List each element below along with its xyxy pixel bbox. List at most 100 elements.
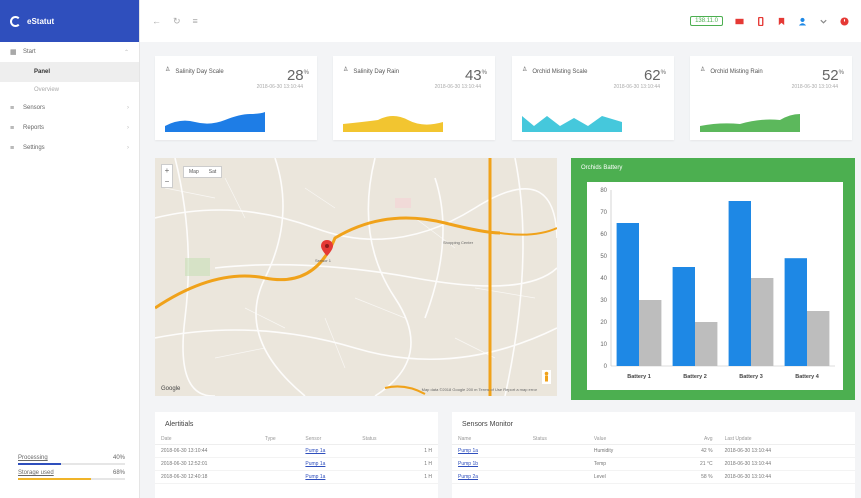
version-badge: 138.11.0 — [690, 16, 723, 26]
sidebar-item-label: Overview — [34, 87, 60, 93]
kpi-value: 28% — [286, 67, 309, 84]
battery-chart-panel: Orchids Battery 0 10 20 30 40 50 60 70 80 Battery… — [571, 158, 855, 400]
chevron-down-icon[interactable] — [819, 17, 828, 26]
user-icon[interactable] — [798, 17, 807, 26]
column-header[interactable]: Type — [258, 434, 300, 445]
stat-value: 68% — [112, 470, 125, 476]
y-tick-label: 10 — [600, 342, 607, 348]
sidebar-item-label: Settings — [23, 145, 45, 151]
user-icon: ♙ — [522, 67, 528, 73]
topbar-actions: 138.11.0 — [690, 16, 849, 26]
y-tick-label: 20 — [600, 320, 607, 326]
bookmark-icon[interactable] — [777, 17, 786, 26]
y-tick-label: 0 — [604, 364, 608, 370]
user-icon: ♙ — [343, 67, 349, 73]
sidebar-item-label: Sensors — [23, 105, 46, 111]
pegman-icon[interactable] — [542, 370, 551, 384]
sensor-link[interactable]: Pump 1b — [452, 457, 527, 471]
bar — [728, 201, 751, 366]
mail-icon[interactable] — [735, 17, 744, 26]
list-icon: ≡ — [10, 104, 15, 112]
column-header[interactable]: Sensor — [299, 434, 357, 445]
table-row[interactable]: Pump 1b Temp 21 °C 2018-06-30 13:10:44 — [452, 457, 855, 471]
kpi-card[interactable]: ♙ Salinity Day Scale 28% 2018-06-30 13:10:… — [155, 56, 317, 140]
kpi-title: Salinity Day Rain — [353, 69, 400, 75]
column-header[interactable]: Status — [356, 434, 403, 445]
bar — [751, 278, 774, 366]
column-header[interactable]: Date — [155, 434, 259, 445]
sensor-link[interactable]: Pump 2a — [452, 470, 527, 484]
sidebar-item-label: Panel — [34, 69, 51, 75]
map-type-satellite[interactable]: Sat — [204, 167, 222, 177]
kpi-sparkline — [165, 112, 265, 132]
sidebar-item-panel[interactable]: Panel — [0, 62, 139, 82]
table-row[interactable]: 2018-06-30 12:52:01 Pump 1a 1 H — [155, 457, 438, 471]
sidebar-item-sensors[interactable]: ≡ Sensors › — [0, 98, 139, 118]
y-tick-label: 30 — [600, 298, 607, 304]
map-marker[interactable] — [321, 240, 333, 256]
table-row[interactable]: 2018-06-30 12:40:18 Pump 1a 1 H — [155, 470, 438, 484]
kpi-sparkline — [343, 116, 443, 132]
user-icon: ♙ — [700, 67, 706, 73]
zoom-in-button[interactable]: + — [162, 165, 172, 176]
alerts-panel: Alertitials Date Type Sensor Status 2018… — [155, 412, 438, 498]
kpi-title: Orchid Misting Scale — [532, 69, 588, 75]
kpi-value: 62% — [643, 67, 666, 84]
column-header[interactable]: Name — [452, 434, 527, 445]
kpi-card[interactable]: ♙ Salinity Day Rain 43% 2018-06-30 13:10:4… — [333, 56, 495, 140]
marker-label: Sensor 1 — [315, 258, 332, 263]
sensor-link[interactable]: Pump 1a — [299, 457, 357, 471]
kpi-card[interactable]: ♙ Orchid Misting Scale 62% 2018-06-30 13:1… — [512, 56, 674, 140]
refresh-button[interactable]: ↻ — [173, 16, 181, 27]
y-tick-label: 60 — [600, 232, 607, 238]
zoom-controls: + − — [161, 164, 173, 188]
kpi-title: Salinity Day Scale — [175, 69, 224, 75]
sidebar-stats: Processing 40% Storage used 68% — [18, 450, 125, 480]
app-name: eStatut — [27, 16, 55, 26]
stat-storage: Storage used 68% — [18, 470, 125, 480]
zoom-out-button[interactable]: − — [162, 176, 172, 187]
chevron-right-icon: › — [127, 105, 129, 111]
y-tick-label: 40 — [600, 276, 607, 282]
stat-label[interactable]: Storage used — [18, 470, 54, 476]
x-tick-label: Battery 2 — [683, 374, 707, 380]
app-logo[interactable]: eStatut — [0, 0, 139, 42]
kpi-card[interactable]: ♙ Orchid Misting Rain 52% 2018-06-30 13:10… — [690, 56, 852, 140]
x-tick-label: Battery 4 — [795, 374, 819, 380]
map-type-map[interactable]: Map — [184, 167, 204, 177]
grid-icon: ▦ — [10, 49, 17, 56]
sensor-link[interactable]: Pump 1a — [299, 470, 357, 484]
table-row[interactable]: Pump 1a Humidity 42 % 2018-06-30 13:10:44 — [452, 444, 855, 458]
y-tick-label: 70 — [600, 210, 607, 216]
column-header[interactable]: Avg — [661, 434, 719, 445]
column-header[interactable]: Status — [526, 434, 588, 445]
back-button[interactable]: ← — [152, 16, 161, 26]
chart-title: Orchids Battery — [581, 165, 623, 171]
kpi-timestamp: 2018-06-30 13:10:44 — [791, 84, 838, 90]
sensors-title: Sensors Monitor — [462, 421, 513, 428]
power-icon[interactable] — [840, 16, 849, 26]
kpi-title: Orchid Misting Rain — [710, 69, 763, 75]
kpi-sparkline — [522, 116, 622, 132]
column-header[interactable]: Last Update — [718, 434, 855, 445]
sidebar-item-reports[interactable]: ≡ Reports › — [0, 118, 139, 138]
phone-icon[interactable] — [756, 16, 765, 26]
menu-button[interactable]: ≡ — [193, 16, 198, 26]
map-view[interactable]: Sensor 1 Shopping Center + − Map Sat Goo… — [155, 158, 557, 396]
sensor-link[interactable]: Pump 1a — [299, 444, 357, 458]
table-row[interactable]: 2018-06-30 13:10:44 Pump 1a 1 H — [155, 444, 438, 458]
alerts-title: Alertitials — [165, 421, 194, 428]
stat-label[interactable]: Processing — [18, 455, 48, 461]
alerts-table: Date Type Sensor Status 2018-06-30 13:10… — [155, 434, 438, 484]
sidebar: eStatut ▦ Start ⌃ Panel Overview ≡ Sensors ›… — [0, 0, 140, 498]
sidebar-item-start[interactable]: ▦ Start ⌃ — [0, 42, 139, 62]
chevron-up-icon: ⌃ — [123, 49, 129, 56]
table-row[interactable]: Pump 2a Level 58 % 2018-06-30 13:10:44 — [452, 470, 855, 484]
sidebar-item-overview[interactable]: Overview — [0, 82, 139, 98]
sensor-link[interactable]: Pump 1a — [452, 444, 527, 458]
map-legal[interactable]: Map data ©2018 Google 200 m Terms of Use… — [422, 387, 537, 392]
column-header[interactable]: Value — [587, 434, 662, 445]
sidebar-item-label: Reports — [23, 125, 45, 131]
y-tick-label: 50 — [600, 254, 607, 260]
sidebar-item-settings[interactable]: ≡ Settings › — [0, 138, 139, 158]
